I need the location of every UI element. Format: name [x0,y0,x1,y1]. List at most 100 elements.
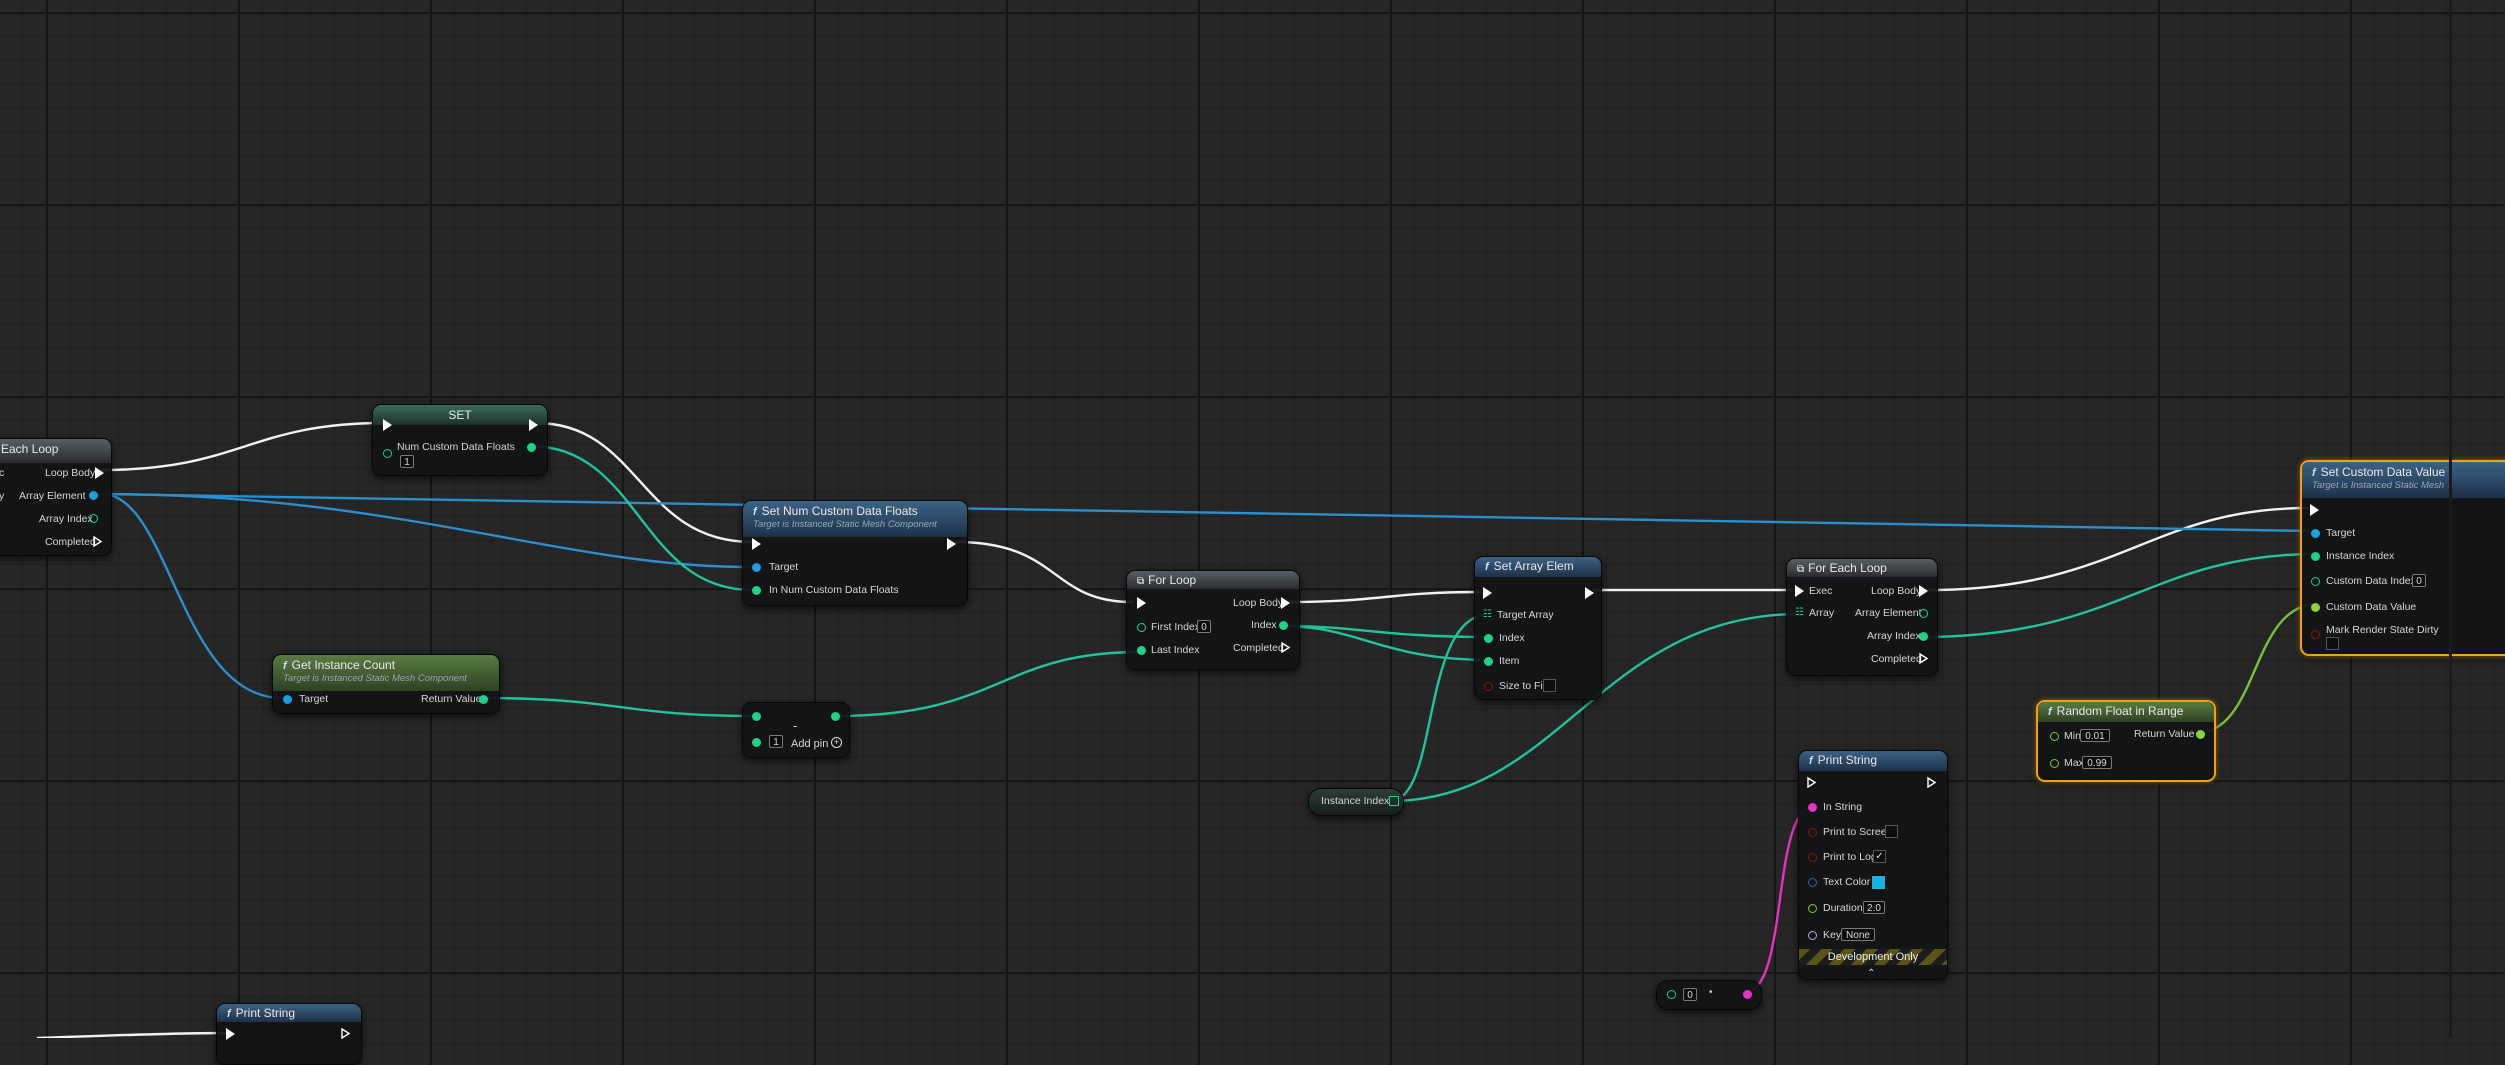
for-each-loop-left-node[interactable]: Each Loop c Loop Body y Array Element Ar… [0,438,112,556]
for-loop-completed-label: Completed [1233,642,1284,654]
macro-icon: ⧉ [1137,576,1145,587]
print-string-bottom-node[interactable]: f Print String [216,1003,362,1065]
conversion-value-input[interactable]: 0 [1683,988,1697,1001]
set-exec-out-pin[interactable] [529,419,538,431]
subtract-b-value-input[interactable]: 1 [769,735,783,748]
subtract-b-pin[interactable] [752,738,761,747]
macro-icon: ⧉ [1797,564,1805,575]
duration-pin[interactable] [1808,904,1817,913]
function-icon: f [2312,467,2316,479]
get-count-return-pin[interactable] [479,695,488,704]
instance-index-variable-node[interactable]: Instance Index [1308,788,1404,816]
add-pin-button[interactable]: Add pin [791,738,828,750]
set-custom-data-value-node[interactable]: f Set Custom Data Value Target is Instanc… [2300,460,2505,656]
mark-dirty-pin[interactable] [2311,630,2320,639]
collapse-chevron-icon[interactable]: ⌃ [1867,968,1875,979]
num-custom-out-pin[interactable] [527,443,536,452]
num-custom-in-pin[interactable] [383,449,392,458]
int-to-string-node[interactable]: 0 • [1656,980,1762,1010]
first-index-label: First Index [1151,621,1201,633]
set-exec-in-pin[interactable] [383,419,392,431]
subtract-out-pin[interactable] [831,712,840,721]
instance-index-out-pin[interactable] [1389,796,1399,806]
for-each-loop-body-pin[interactable] [1919,585,1928,597]
conversion-in-pin[interactable] [1667,990,1676,999]
for-loop-index-pin[interactable] [1279,621,1288,630]
for-each-array-element-pin[interactable] [1919,609,1928,618]
custom-data-index-value-input[interactable]: 0 [2412,574,2426,587]
for-each-completed-label: Completed [1871,653,1922,665]
set-num-in-num-pin[interactable] [752,586,761,595]
mark-dirty-checkbox[interactable] [2326,637,2339,650]
text-color-pin[interactable] [1808,878,1817,887]
for-loop-node[interactable]: ⧉ For Loop Loop Body First Index 0 Index … [1126,570,1300,670]
array-grid-icon[interactable]: ☷ [1483,609,1492,620]
print-string-node[interactable]: f Print String In String Print to Screen … [1798,750,1948,980]
for-loop-completed-pin[interactable] [1281,642,1290,653]
print-to-screen-pin[interactable] [1808,828,1817,837]
max-label: Max [2064,757,2084,769]
conversion-out-pin[interactable] [1743,990,1752,999]
first-index-pin[interactable] [1137,623,1146,632]
array-grid-icon[interactable]: ☷ [1795,607,1804,618]
min-label: Min [2064,730,2081,742]
array-element-pin[interactable] [89,491,98,500]
print-to-screen-checkbox[interactable] [1885,825,1898,838]
max-pin[interactable] [2050,759,2059,768]
set-custom-target-pin[interactable] [2311,529,2320,538]
loop-body-exec-pin[interactable] [95,467,104,479]
get-count-target-pin[interactable] [283,695,292,704]
subtract-node[interactable]: - 1 Add pin + [742,702,850,758]
print-bottom-exec-out-pin[interactable] [341,1028,350,1039]
for-each-array-index-pin[interactable] [1919,632,1928,641]
key-value-input[interactable]: None [1841,928,1875,941]
for-each-exec-in-pin[interactable] [1795,585,1804,597]
print-to-log-checkbox[interactable]: ✓ [1873,850,1886,863]
completed-exec-pin[interactable] [93,536,102,547]
set-array-index-pin[interactable] [1484,634,1493,643]
get-instance-count-node[interactable]: f Get Instance Count Target is Instanced … [272,654,500,714]
add-pin-icon[interactable]: + [831,737,842,748]
set-num-target-pin[interactable] [752,563,761,572]
size-to-fit-pin[interactable] [1484,682,1493,691]
duration-value-input[interactable]: 2.0 [1863,901,1885,914]
text-color-swatch[interactable] [1871,875,1886,890]
for-loop-body-pin[interactable] [1281,597,1290,609]
set-custom-exec-in-pin[interactable] [2310,504,2319,516]
print-bottom-exec-in-pin[interactable] [226,1028,235,1040]
subtract-a-pin[interactable] [752,712,761,721]
for-loop-exec-in-pin[interactable] [1137,597,1146,609]
print-exec-out-pin[interactable] [1927,777,1936,788]
for-each-completed-pin[interactable] [1919,653,1928,664]
set-custom-data-subtitle: Target is Instanced Static Mesh [2312,480,2445,491]
custom-data-value-pin[interactable] [2311,603,2320,612]
for-each-loop-node[interactable]: ⧉ For Each Loop Exec Loop Body ☷ Array Ar… [1786,558,1938,676]
key-label: Key [1823,929,1842,941]
set-variable-node[interactable]: SET Num Custom Data Floats 1 [372,404,548,476]
set-custom-instance-index-pin[interactable] [2311,552,2320,561]
print-to-log-pin[interactable] [1808,853,1817,862]
in-string-pin[interactable] [1808,803,1817,812]
random-float-in-range-node[interactable]: f Random Float in Range Min 0.01 Return V… [2036,700,2216,782]
min-pin[interactable] [2050,732,2059,741]
set-array-elem-node[interactable]: f Set Array Elem ☷ Target Array Index Ite… [1474,556,1602,700]
random-return-pin[interactable] [2196,730,2205,739]
key-pin[interactable] [1808,931,1817,940]
array-index-pin[interactable] [89,514,98,523]
num-custom-value-input[interactable]: 1 [400,455,414,468]
set-array-index-label: Index [1499,632,1525,644]
first-index-value-input[interactable]: 0 [1197,620,1211,633]
custom-data-index-pin[interactable] [2311,577,2320,586]
function-icon: f [753,506,757,518]
set-num-exec-out-pin[interactable] [947,538,956,550]
size-to-fit-checkbox[interactable] [1543,679,1556,692]
min-value-input[interactable]: 0.01 [2080,729,2110,742]
set-array-item-pin[interactable] [1484,657,1493,666]
set-array-exec-out-pin[interactable] [1585,587,1594,599]
set-num-custom-data-floats-node[interactable]: f Set Num Custom Data Floats Target is In… [742,500,968,606]
last-index-pin[interactable] [1137,646,1146,655]
set-array-exec-in-pin[interactable] [1483,587,1492,599]
print-exec-in-pin[interactable] [1807,777,1816,788]
max-value-input[interactable]: 0.99 [2082,756,2112,769]
set-num-exec-in-pin[interactable] [752,538,761,550]
